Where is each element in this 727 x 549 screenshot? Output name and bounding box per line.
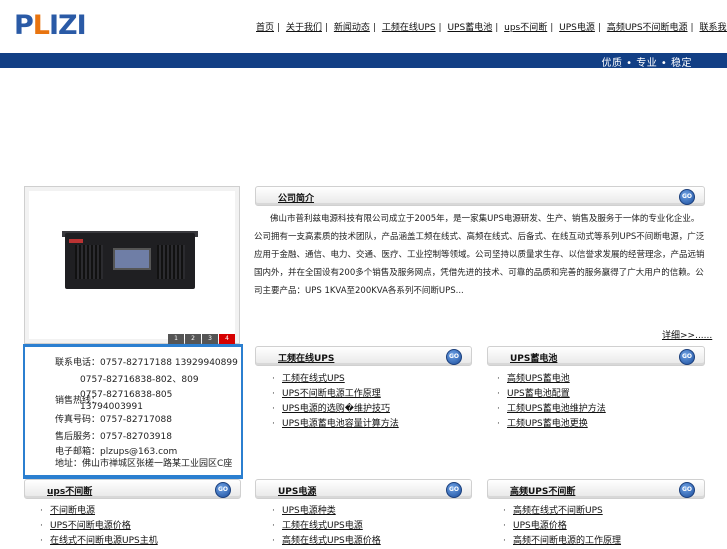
product-slideshow: 1234 bbox=[24, 186, 240, 344]
slide-thumb-3[interactable]: 3 bbox=[202, 334, 218, 344]
slideshow-thumbs: 1234 bbox=[167, 333, 235, 344]
go-icon[interactable]: GO bbox=[679, 189, 695, 205]
nav-ups-uninterrupted[interactable]: ups不间断 bbox=[504, 23, 547, 33]
list-item: · UPS电源种类 bbox=[272, 506, 336, 516]
list-item: · 在线式不间断电源UPS主机 bbox=[40, 536, 158, 546]
section-header-ups-battery: UPS蓄电池 GO bbox=[487, 346, 705, 366]
list-item: · 高频UPS蓄电池 bbox=[497, 374, 570, 384]
section-title[interactable]: ups不间断 bbox=[47, 484, 92, 497]
section-header-ups-power: UPS电源 GO bbox=[255, 479, 472, 499]
go-icon[interactable]: GO bbox=[679, 349, 695, 365]
nav-about[interactable]: 关于我们 bbox=[286, 23, 322, 33]
section-header-hf-ups: 高频UPS不间断 GO bbox=[487, 479, 705, 499]
go-icon[interactable]: GO bbox=[446, 349, 462, 365]
go-icon[interactable]: GO bbox=[446, 482, 462, 498]
section-list-ups-battery: · 高频UPS蓄电池 · UPS蓄电池配置 · 工频UPS蓄电池维护方法 · 工频UPS… bbox=[497, 372, 606, 432]
slide-thumb-1[interactable]: 1 bbox=[168, 334, 184, 344]
list-item: · UPS电源价格 bbox=[503, 521, 567, 531]
list-item: · 高频在线式UPS电源价格 bbox=[272, 536, 381, 546]
contact-phone-ext: 0757-82716838-802、809 bbox=[80, 375, 199, 385]
go-icon[interactable]: GO bbox=[215, 482, 231, 498]
section-list-online-ups: · 工频在线式UPS · UPS不间断电源工作原理 · UPS电源的选购�维护技巧 ·… bbox=[272, 372, 399, 432]
about-title[interactable]: 公司简介 bbox=[278, 191, 314, 204]
list-item: · 工频在线式UPS bbox=[272, 374, 345, 384]
contact-email-row: 电子邮箱：plzups@163.com bbox=[55, 447, 178, 457]
section-header-ups-uninterrupted: ups不间断 GO bbox=[24, 479, 241, 499]
about-more-link[interactable]: 详细>>...... bbox=[662, 328, 712, 341]
section-title[interactable]: UPS电源 bbox=[278, 484, 316, 497]
nav-hf-ups[interactable]: 高频UPS不间断电源 bbox=[607, 23, 688, 33]
ups-rack-badge bbox=[69, 239, 83, 243]
contact-fax-row: 传真号码：0757-82717088 bbox=[55, 415, 172, 425]
top-navigation: 首页 | 关于我们 | 新闻动态 | 工频在线UPS | UPS蓄电池 | ups不间断 |… bbox=[256, 20, 727, 33]
contact-phone-row: 联系电话：0757-82717188 13929940899 bbox=[55, 358, 238, 368]
logo-wordmark: PLIZI bbox=[14, 10, 87, 41]
site-logo[interactable]: PLIZI bbox=[0, 0, 116, 52]
list-item: · UPS不间断电源工作原理 bbox=[272, 389, 381, 399]
section-header-online-ups: 工频在线UPS GO bbox=[255, 346, 472, 366]
about-text: 佛山市普利兹电源科技有限公司成立于2005年，是一家集UPS电源研发、生产、销售… bbox=[254, 214, 705, 296]
contact-service-row: 售后服务：0757-82703918 bbox=[55, 432, 172, 442]
go-icon[interactable]: GO bbox=[679, 482, 695, 498]
list-item: · UPS蓄电池配置 bbox=[497, 389, 570, 399]
section-title[interactable]: UPS蓄电池 bbox=[510, 351, 557, 364]
list-item: · 高频不间断电源的工作原理 bbox=[503, 536, 622, 546]
nav-home[interactable]: 首页 bbox=[256, 23, 274, 33]
nav-news[interactable]: 新闻动态 bbox=[334, 23, 370, 33]
section-title[interactable]: 工频在线UPS bbox=[278, 351, 334, 364]
list-item: · 工频UPS蓄电池更换 bbox=[497, 419, 588, 429]
contact-mobile: 13794003991 bbox=[80, 402, 143, 412]
ups-vent-right bbox=[157, 245, 185, 279]
section-list-ups-power: · UPS电源种类 · 工频在线式UPS电源 · 高频在线式UPS电源价格 bbox=[272, 504, 381, 549]
nav-ups-power[interactable]: UPS电源 bbox=[559, 23, 595, 33]
slide-thumb-2[interactable]: 2 bbox=[185, 334, 201, 344]
list-item: · UPS电源的选购�维护技巧 bbox=[272, 404, 390, 414]
list-item: · UPS电源蓄电池容量计算方法 bbox=[272, 419, 399, 429]
contact-address: 地址：佛山市禅城区张槎一路某工业园区C座 bbox=[55, 459, 233, 469]
list-item: · 高频在线式不间断UPS bbox=[503, 506, 603, 516]
list-item: · 工频UPS蓄电池维护方法 bbox=[497, 404, 606, 414]
product-image[interactable] bbox=[29, 191, 235, 339]
section-list-ups-uninterrupted: · 不间断电源 · UPS不间断电源价格 · 在线式不间断电源UPS主机 bbox=[40, 504, 158, 549]
slide-thumb-4[interactable]: 4 bbox=[219, 334, 235, 344]
section-title[interactable]: 高频UPS不间断 bbox=[510, 484, 575, 497]
ups-lcd-panel bbox=[113, 248, 151, 270]
about-header: 公司简介 GO bbox=[255, 186, 705, 206]
list-item: · UPS不间断电源价格 bbox=[40, 521, 131, 531]
list-item: · 工频在线式UPS电源 bbox=[272, 521, 363, 531]
nav-contact[interactable]: 联系我们 bbox=[699, 23, 727, 33]
slogan: 优质 • 专业 • 稳定 bbox=[601, 58, 692, 69]
nav-ups-battery[interactable]: UPS蓄电池 bbox=[447, 23, 492, 33]
list-item: · 不间断电源 bbox=[40, 506, 96, 516]
ups-vent-left bbox=[75, 245, 103, 279]
nav-online-ups[interactable]: 工频在线UPS bbox=[382, 23, 436, 33]
section-list-hf-ups: · 高频在线式不间断UPS · UPS电源价格 · 高频不间断电源的工作原理 bbox=[503, 504, 621, 549]
contact-panel: 联系电话：0757-82717188 13929940899 0757-8271… bbox=[23, 344, 243, 479]
